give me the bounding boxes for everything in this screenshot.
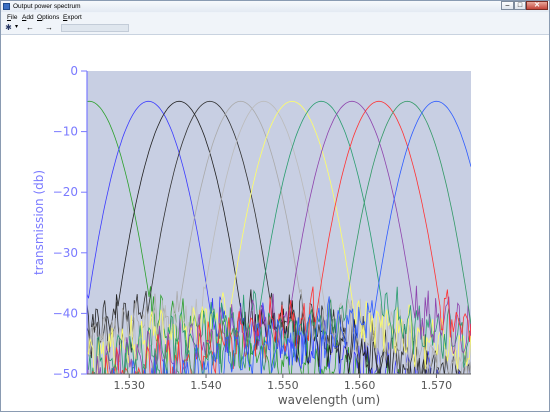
menu-add[interactable]: Add <box>22 14 34 22</box>
close-button[interactable]: ✕ <box>526 1 548 10</box>
x-tick-label: 1.550 <box>267 379 299 392</box>
back-arrow-icon[interactable]: ← <box>25 23 35 32</box>
x-tick-label: 1.530 <box>113 379 145 392</box>
menu-file[interactable]: File <box>7 14 18 22</box>
toolbar: ✱ ▾ ← → <box>1 22 549 35</box>
x-tick-label: 1.540 <box>190 379 222 392</box>
pin-icon[interactable]: ✱ <box>4 23 13 32</box>
forward-arrow-icon[interactable]: → <box>44 23 54 32</box>
y-tick-label: −20 <box>53 185 78 199</box>
toolbar-field[interactable] <box>61 24 129 32</box>
y-tick-label: −40 <box>53 306 78 320</box>
window-title: Output power spectrum <box>13 3 81 10</box>
y-axis-label: transmission (db) <box>32 170 46 275</box>
app-icon <box>3 3 10 10</box>
y-tick-label: 0 <box>70 64 78 78</box>
minimize-button[interactable]: – <box>501 1 514 10</box>
title-bar[interactable]: Output power spectrum – □ ✕ <box>1 1 549 12</box>
menu-export[interactable]: Export <box>63 14 82 22</box>
app-window: Output power spectrum – □ ✕ File Add Opt… <box>0 0 550 412</box>
x-axis-label: wavelength (um) <box>278 393 380 407</box>
menu-bar: File Add Options Export <box>1 13 549 22</box>
chevron-down-icon[interactable]: ▾ <box>13 23 20 32</box>
spectrum-chart: 0 −10 −20 −30 −40 −50 1.530 1.540 1.550 1.560 1.57… <box>32 64 471 407</box>
y-tick-label: −50 <box>53 367 78 381</box>
chart-area: 0 −10 −20 −30 −40 −50 1.530 1.540 1.550 1.560 1.57… <box>1 35 549 411</box>
menu-options[interactable]: Options <box>37 14 59 22</box>
y-tick-label: −10 <box>53 125 78 139</box>
y-tick-label: −30 <box>53 246 78 260</box>
maximize-button[interactable]: □ <box>514 1 526 10</box>
x-tick-label: 1.560 <box>344 379 376 392</box>
x-tick-label: 1.570 <box>421 379 453 392</box>
